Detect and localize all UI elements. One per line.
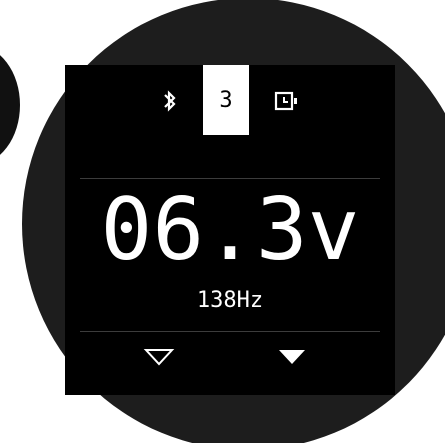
bluetooth-icon: [164, 90, 176, 112]
divider-top: [80, 178, 380, 179]
frequency-readout: 138Hz: [65, 285, 395, 315]
voltage-value: 06.3v: [101, 195, 360, 275]
divider-bottom: [80, 331, 380, 332]
voltage-readout: 06.3v: [65, 195, 395, 275]
timer-icon[interactable]: [273, 90, 299, 112]
down-filled-triangle-icon[interactable]: [276, 347, 308, 367]
profile-selector[interactable]: 3: [203, 65, 249, 135]
down-outline-triangle-icon[interactable]: [143, 347, 175, 367]
device-screen: 3 06.3v 138Hz: [65, 65, 395, 395]
profile-number: 3: [219, 89, 232, 111]
side-physical-button[interactable]: [0, 45, 20, 165]
status-bar: 3: [65, 65, 395, 135]
frequency-value: 138Hz: [197, 288, 263, 313]
device-stage: 3 06.3v 138Hz: [0, 0, 445, 443]
svg-text:3: 3: [219, 89, 232, 111]
